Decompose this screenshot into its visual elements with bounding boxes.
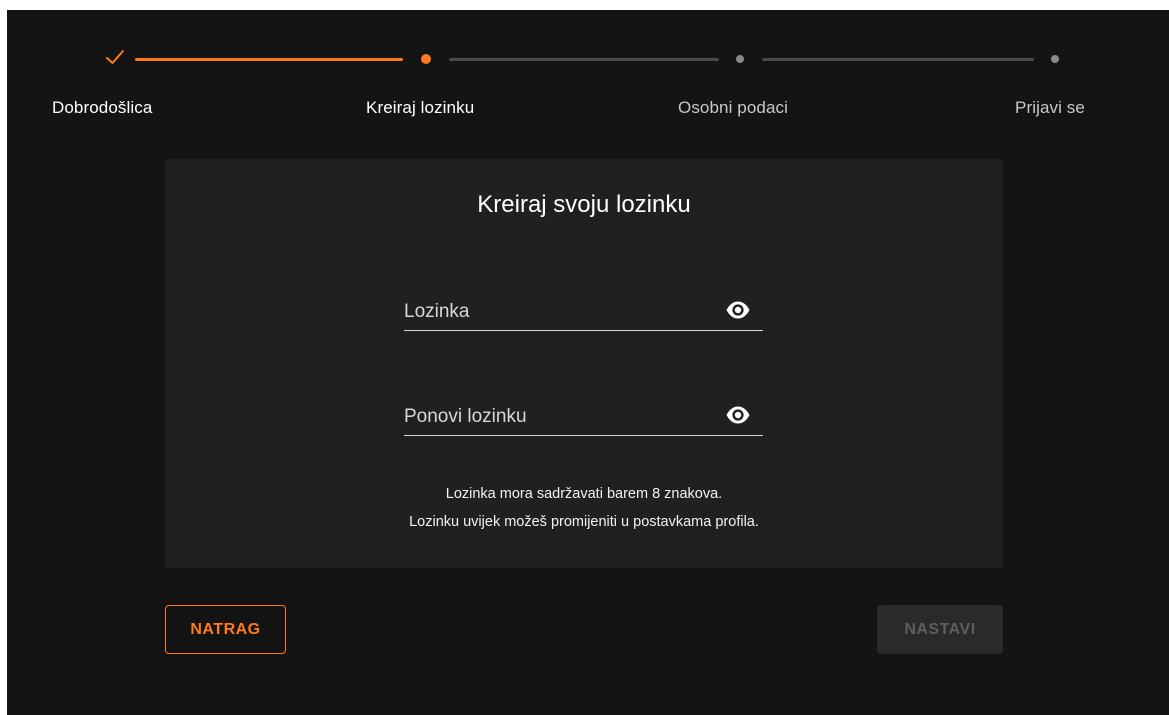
- password-change-hint: Lozinku uvijek možeš promijeniti u posta…: [409, 514, 759, 530]
- step-label-welcome: Dobrodošlica: [52, 98, 153, 117]
- eye-icon[interactable]: [725, 405, 751, 425]
- step-label-sign-in: Prijavi se: [1015, 98, 1085, 117]
- step-label-personal-data: Osobni podaci: [678, 98, 788, 117]
- back-button[interactable]: NATRAG: [165, 605, 286, 654]
- check-icon: [106, 50, 124, 64]
- password-card: Kreiraj svoju lozinku Lozinka mora sadrž…: [165, 159, 1003, 568]
- registration-page: Dobrodošlica Kreiraj lozinku Osobni poda…: [7, 10, 1169, 715]
- step-label-create-password: Kreiraj lozinku: [366, 98, 475, 117]
- step-connector-2: [449, 58, 719, 61]
- step-connector-1: [135, 58, 403, 61]
- repeat-password-field: [404, 396, 763, 436]
- card-title: Kreiraj svoju lozinku: [477, 191, 691, 218]
- step-connector-3: [762, 58, 1034, 61]
- password-field: [404, 291, 763, 331]
- step-indicator-3: [736, 55, 744, 63]
- step-indicator-4: [1051, 55, 1059, 63]
- repeat-password-input[interactable]: [404, 404, 704, 430]
- stepper: Dobrodošlica Kreiraj lozinku Osobni poda…: [7, 10, 1169, 150]
- password-input[interactable]: [404, 299, 704, 325]
- password-length-hint: Lozinka mora sadržavati barem 8 znakova.: [445, 486, 723, 502]
- continue-button[interactable]: NASTAVI: [877, 605, 1003, 654]
- eye-icon[interactable]: [725, 300, 751, 320]
- step-indicator-2: [421, 54, 431, 64]
